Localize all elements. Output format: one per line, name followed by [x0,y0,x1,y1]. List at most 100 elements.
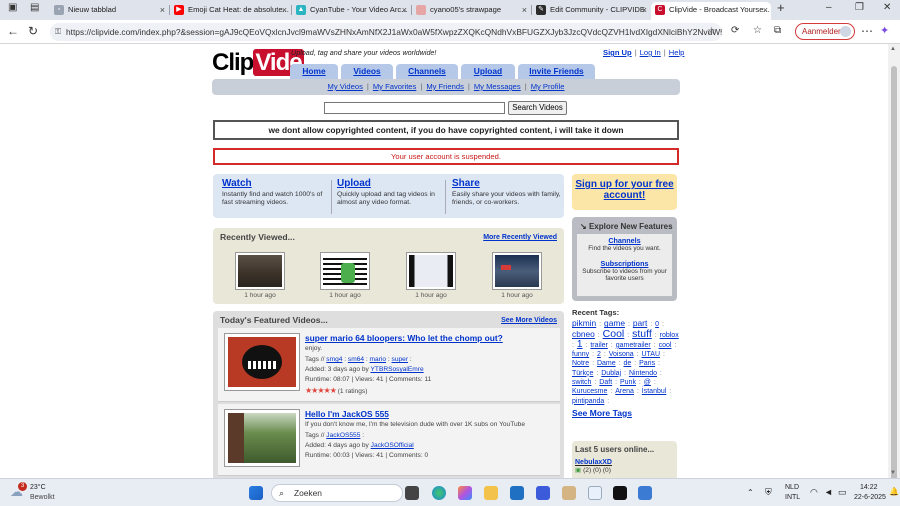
signup-free-account-link[interactable]: Sign up for your free account! [575,179,673,201]
tag-link[interactable]: pikmin [572,318,596,328]
search-input[interactable] [324,102,505,114]
tab-strawpage[interactable]: cyano05's strawpage × [412,2,530,20]
tag-link[interactable]: 2 [597,351,601,358]
tag-link[interactable]: Dublaj [601,370,621,377]
tag-link[interactable]: smg4 [326,356,342,363]
taskbar-search[interactable]: ⌕ Zoeken [271,484,403,502]
close-icon[interactable]: × [160,2,165,18]
my-profile-link[interactable]: My Profile [531,82,565,91]
notification-bell-icon[interactable]: 🔔 [889,487,899,496]
battery-icon[interactable]: ▭ [838,487,847,498]
collections-icon[interactable]: ⧉ [774,24,781,38]
nav-tab-label[interactable]: Videos [353,66,380,76]
see-more-videos-link[interactable]: See More Videos [501,317,557,324]
store-icon[interactable] [510,486,524,500]
notepad-icon[interactable] [562,486,576,500]
see-more-tags-link[interactable]: See More Tags [572,408,632,418]
tag-link[interactable]: Paris [639,360,655,367]
refresh-icon[interactable]: ↻ [28,24,38,38]
tag-link[interactable]: Notre [572,360,589,367]
tag-link[interactable]: Dame [597,360,616,367]
tab-edit-community[interactable]: ✎ Edit Community - CLIPVIDE × [532,2,650,20]
tray-overflow-icon[interactable]: ⌃ [747,488,754,497]
author-link[interactable]: JackOSOfficial [371,442,414,449]
back-icon[interactable]: ← [7,24,19,38]
wifi-icon[interactable]: ◠ [810,487,818,498]
tag-link[interactable]: Daft [599,379,612,386]
tag-link[interactable]: switch [572,379,591,386]
more-menu-icon[interactable]: ⋯ [861,24,873,38]
tag-link[interactable]: stuff [632,328,652,340]
close-icon[interactable]: × [522,2,527,18]
window-close-icon[interactable]: ✕ [883,2,891,13]
my-friends-link[interactable]: My Friends [426,82,464,91]
maximize-icon[interactable]: ❐ [855,2,864,13]
site-info-icon[interactable]: ⚿ [55,23,61,41]
task-view-icon[interactable] [405,486,419,500]
scrollbar-thumb[interactable] [891,66,897,486]
nav-tab-label[interactable]: Invite Friends [529,66,583,76]
nav-tab-invite-friends[interactable]: Invite Friends [518,64,595,79]
promo-watch-link[interactable]: Watch [222,178,334,190]
tag-link[interactable]: gametrailer [616,342,651,349]
nav-tab-home[interactable]: Home [290,64,338,79]
featured-video-title[interactable]: Hello I'm JackOS 555 [305,409,389,419]
vertical-tabs-icon[interactable]: ▤ [30,2,39,13]
nav-tab-label[interactable]: Home [302,66,325,76]
clock-date[interactable]: 22-6-2025 [854,494,886,501]
help-link[interactable]: Help [669,48,685,57]
nav-tab-upload[interactable]: Upload [461,64,515,79]
volume-icon[interactable]: ◄ [824,487,833,497]
windows-start-icon[interactable] [249,486,263,500]
sign-up-link[interactable]: Sign Up [603,48,632,57]
recent-video-thumbnail[interactable] [320,252,370,290]
search-videos-button[interactable]: Search Videos [508,101,567,115]
tab-emoji-cat[interactable]: ▶ Emoji Cat Heat: de absolute... × [170,2,290,20]
tag-link[interactable]: roblox [660,332,679,339]
tab-clipvide-active[interactable]: C ClipVide - Broadcast Yourse... × [651,2,771,20]
tab-actions-icon[interactable]: ▣ [8,2,17,13]
close-icon[interactable]: × [402,2,407,18]
tag-link[interactable]: Türkçe [572,370,593,377]
nav-tab-label[interactable]: Upload [474,66,502,76]
nav-tab-label[interactable]: Channels [408,66,446,76]
weather-widget[interactable]: ☁ 3 [10,482,28,500]
promo-upload-link[interactable]: Upload [337,178,449,190]
tag-link[interactable]: pintipanda [572,398,604,405]
tag-link[interactable]: cbneo [572,329,595,339]
more-recently-viewed-link[interactable]: More Recently Viewed [483,234,557,241]
paint-icon[interactable] [638,486,652,500]
tag-link[interactable]: Nintendo [629,370,657,377]
my-favorites-link[interactable]: My Favorites [373,82,416,91]
tag-link[interactable]: Kurucesme [572,388,607,395]
tag-link[interactable]: JackOS555 [326,432,360,439]
log-in-link[interactable]: Log In [640,48,661,57]
tag-link[interactable]: super [392,356,409,363]
language-indicator[interactable]: NLD [785,484,799,491]
clock-time[interactable]: 14:22 [860,484,878,491]
tag-link[interactable]: İstanbul [642,388,667,395]
new-tab-button[interactable]: + [777,0,785,15]
extensions-icon[interactable]: ⟳ [731,24,739,38]
sign-in-button[interactable]: Aanmelden [795,23,855,40]
address-bar[interactable]: ⚿ https://clipvide.com/index.php?&sessio… [50,23,722,41]
edge-icon[interactable] [432,486,446,500]
author-link[interactable]: YTBRSosyalEmre [371,366,424,373]
tag-link[interactable]: 0 [655,321,659,328]
app-icon[interactable] [536,486,550,500]
my-videos-link[interactable]: My Videos [328,82,363,91]
keyboard-layout[interactable]: INTL [785,494,800,501]
tag-link[interactable]: Cool [603,328,625,340]
explore-channels-link[interactable]: Channels [608,236,640,245]
minimize-icon[interactable]: – [826,2,832,13]
tab-cyantube[interactable]: ▲ CyanTube - Your Video Arc... × [292,2,410,20]
nav-tab-videos[interactable]: Videos [341,64,393,79]
nav-tab-channels[interactable]: Channels [396,64,458,79]
recent-video-thumbnail[interactable] [492,252,542,290]
scroll-down-icon[interactable]: ▼ [890,470,896,476]
tag-link[interactable]: Arena [615,388,634,395]
security-icon[interactable]: ⛨ [765,487,772,498]
recent-video-thumbnail[interactable] [235,252,285,290]
clipvide-logo[interactable]: ClipVide [212,49,304,77]
tab-new-tab[interactable]: ▫ Nieuw tabblad × [50,2,168,20]
